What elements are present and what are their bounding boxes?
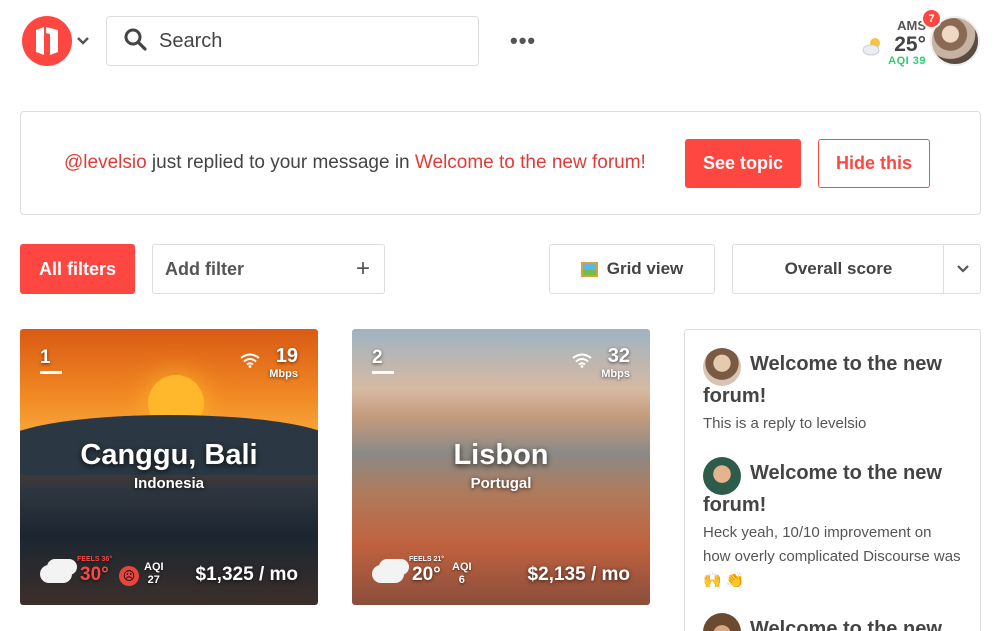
- logo-icon[interactable]: [22, 16, 72, 66]
- search-bar[interactable]: [106, 16, 479, 66]
- city-card[interactable]: 2 32 Mbps Lisbon Portugal FEELS 21° 20° …: [352, 329, 650, 605]
- notification-message: just replied to your message in: [146, 152, 415, 173]
- country-name: Indonesia: [133, 475, 204, 492]
- user-link[interactable]: @levelsio: [64, 152, 147, 173]
- cloud-icon: [40, 565, 72, 583]
- notification-text: @levelsio just replied to your message i…: [64, 152, 646, 174]
- city-name: Lisbon: [453, 439, 549, 471]
- speed-unit: Mbps: [601, 368, 630, 380]
- feels-like: FEELS 21°: [409, 556, 445, 563]
- post-title[interactable]: Welcome to the new forum!: [703, 348, 963, 412]
- speed-unit: Mbps: [269, 368, 298, 380]
- speed-value: 32: [607, 345, 630, 367]
- avatar[interactable]: [703, 457, 741, 495]
- post-title[interactable]: Welcome to the new: [703, 613, 963, 631]
- aqi-value: 27: [147, 574, 160, 586]
- notification-badge: 7: [921, 8, 942, 29]
- rank-underline: [40, 371, 62, 374]
- chevron-down-icon[interactable]: [944, 245, 981, 293]
- aqi-value: 6: [458, 574, 465, 586]
- search-input[interactable]: [159, 29, 459, 53]
- grid-view-button[interactable]: Grid view: [549, 244, 715, 294]
- city-rank: 2: [372, 347, 383, 368]
- topic-link[interactable]: Welcome to the new forum!: [415, 152, 646, 173]
- post-title[interactable]: Welcome to the new forum!: [703, 457, 963, 521]
- all-filters-button[interactable]: All filters: [20, 244, 135, 294]
- sort-select[interactable]: Overall score: [732, 244, 981, 294]
- cloud-icon: [372, 565, 404, 583]
- city-card[interactable]: 1 19 Mbps Canggu, Bali Indonesia FEELS 3…: [20, 329, 318, 605]
- hide-notification-button[interactable]: Hide this: [818, 139, 930, 188]
- internet-speed: 32 Mbps: [601, 345, 630, 380]
- chevron-down-icon[interactable]: [76, 33, 90, 51]
- hot-face-icon: ☹: [119, 566, 139, 586]
- search-icon: [123, 27, 147, 56]
- avatar[interactable]: [703, 348, 741, 386]
- weather-widget: AMS 25° AQI 39: [862, 18, 932, 70]
- temperature: 30°: [80, 564, 109, 585]
- grid-view-icon: [580, 261, 598, 277]
- cost-of-living: $1,325 / mo: [195, 564, 298, 585]
- grid-view-label: Grid view: [606, 259, 684, 278]
- city-rank: 1: [40, 347, 51, 368]
- air-quality: AQI 27: [144, 561, 164, 587]
- forum-post[interactable]: Welcome to the new forum! Heck yeah, 10/…: [703, 457, 963, 593]
- weather-aqi: AQI 39: [888, 55, 926, 67]
- forum-post[interactable]: Welcome to the new forum! This is a repl…: [703, 348, 963, 436]
- feels-like: FEELS 36°: [77, 556, 113, 563]
- speed-value: 19: [275, 345, 298, 367]
- more-icon[interactable]: •••: [510, 28, 536, 54]
- forum-panel: Welcome to the new forum! This is a repl…: [684, 329, 981, 631]
- post-body: This is a reply to levelsio: [703, 415, 867, 432]
- cost-of-living: $2,135 / mo: [527, 564, 630, 585]
- weather-temp: 25°: [894, 33, 926, 56]
- add-filter-label: Add filter: [165, 258, 244, 279]
- sort-label: Overall score: [784, 259, 893, 278]
- wifi-icon: [572, 353, 592, 373]
- country-name: Portugal: [470, 475, 532, 492]
- post-body: Heck yeah, 10/10 improvement on how over…: [703, 524, 961, 589]
- forum-post[interactable]: Welcome to the new: [703, 613, 963, 631]
- internet-speed: 19 Mbps: [269, 345, 298, 380]
- wifi-icon: [240, 353, 260, 373]
- city-name: Canggu, Bali: [80, 439, 258, 471]
- plus-icon: +: [355, 255, 370, 282]
- see-topic-button[interactable]: See topic: [685, 139, 801, 188]
- aqi-label: AQI: [452, 561, 472, 573]
- aqi-label: AQI: [144, 561, 164, 573]
- rank-underline: [372, 371, 394, 374]
- weather-icon: [862, 36, 884, 61]
- temperature: 20°: [412, 564, 441, 585]
- air-quality: AQI 6: [452, 561, 472, 587]
- notification-banner: @levelsio just replied to your message i…: [20, 111, 981, 215]
- add-filter-button[interactable]: Add filter +: [152, 244, 385, 294]
